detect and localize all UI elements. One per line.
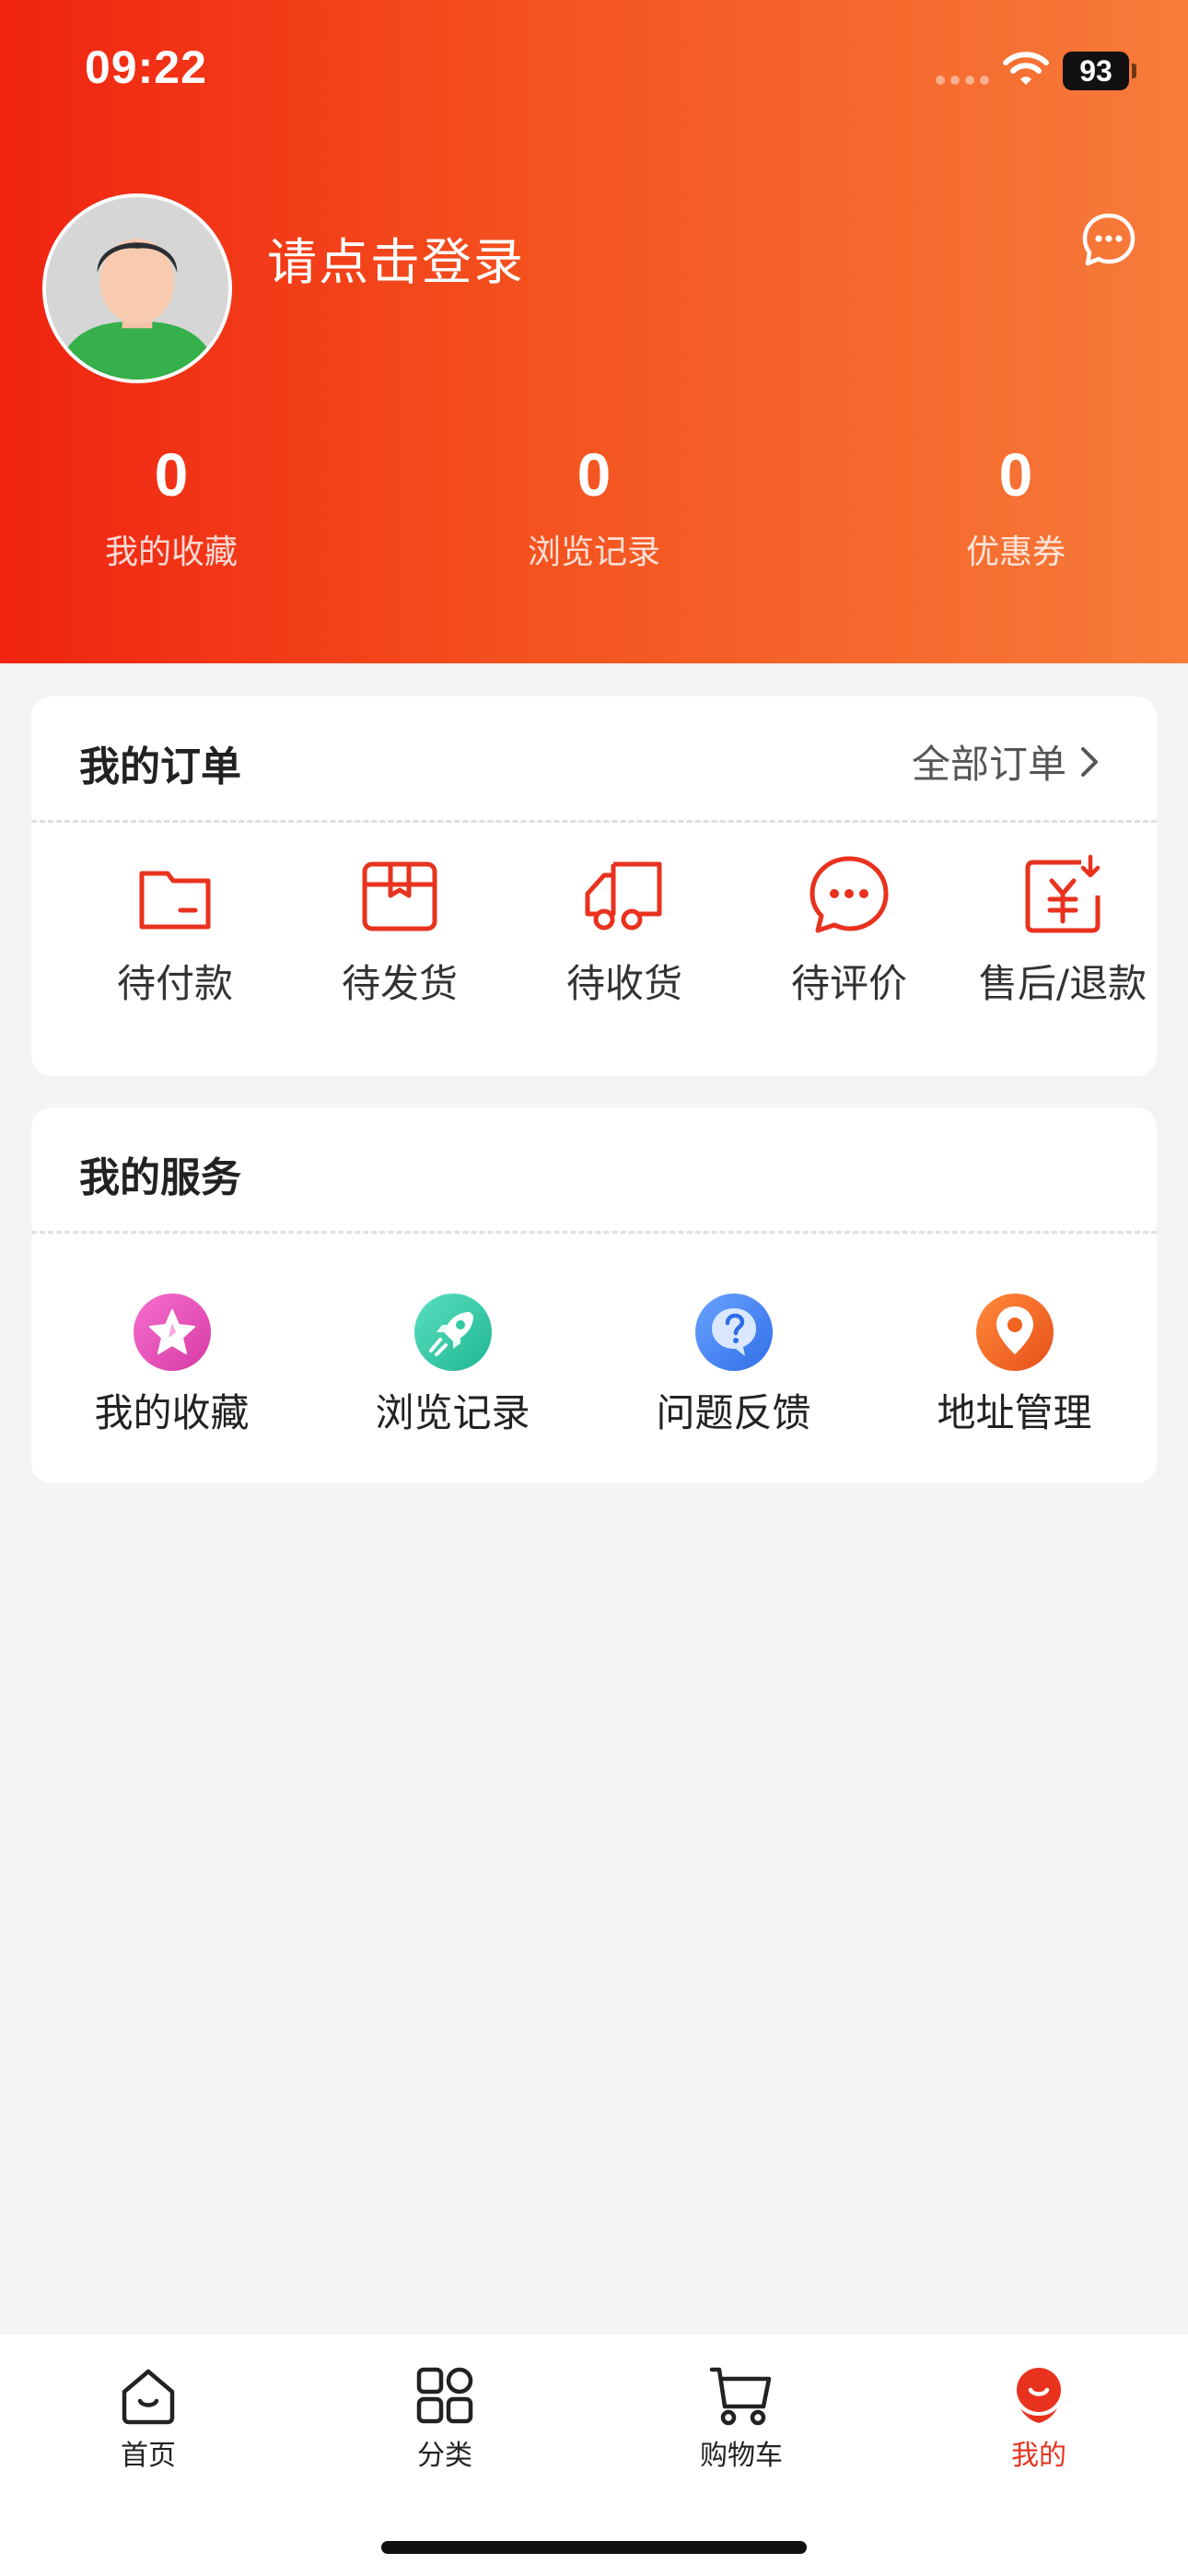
- order-pending-receipt[interactable]: 待收货: [512, 853, 737, 1009]
- tab-category[interactable]: 分类: [353, 2362, 537, 2473]
- truck-icon: [585, 861, 662, 931]
- service-label: 地址管理: [937, 1390, 1092, 1435]
- tab-profile[interactable]: 我的: [947, 2362, 1131, 2473]
- service-label: 问题反馈: [656, 1390, 811, 1435]
- order-label: 待收货: [565, 961, 682, 1006]
- order-label: 待评价: [790, 961, 907, 1006]
- status-time: 09:22: [85, 41, 207, 93]
- tab-label: 分类: [417, 2440, 472, 2472]
- question-icon: [694, 1294, 773, 1371]
- stat-coupons[interactable]: 0 优惠券: [878, 433, 1154, 573]
- stat-value: 0: [577, 440, 611, 509]
- order-pending-shipment[interactable]: 待发货: [287, 853, 512, 1009]
- category-grid-icon: [416, 2367, 473, 2424]
- cellular-signal-icon: [936, 76, 989, 85]
- profile-page: 09:22 93 请点击登录 0 我的收藏 0 浏览记录 0 优惠券 我的订单 …: [0, 0, 1188, 2576]
- home-icon: [122, 2369, 175, 2425]
- comment-icon: [809, 856, 889, 933]
- profile-header: 09:22 93 请点击登录 0 我的收藏 0 浏览记录 0 优惠券: [0, 0, 1188, 663]
- stat-label: 我的收藏: [104, 533, 238, 571]
- cart-icon: [709, 2367, 772, 2426]
- battery-tip: [1132, 64, 1136, 78]
- services-title: 我的服务: [79, 1154, 241, 1201]
- tab-label: 购物车: [700, 2440, 783, 2472]
- stat-value: 0: [154, 440, 189, 509]
- stat-label: 浏览记录: [527, 533, 660, 571]
- service-feedback[interactable]: 问题反馈: [593, 1292, 874, 1438]
- services-card-header: 我的服务: [31, 1107, 1157, 1234]
- stats-row: 0 我的收藏 0 浏览记录 0 优惠券: [0, 433, 1188, 590]
- services-card: 我的服务 我的收藏 浏览记录 问题反馈 地址管理: [31, 1107, 1157, 1483]
- wallet-icon: [139, 871, 211, 930]
- home-indicator[interactable]: [381, 2541, 807, 2554]
- stat-history[interactable]: 0 浏览记录: [456, 433, 732, 573]
- orders-row: 待付款 待发货 待收货 待评价 售后/退款: [31, 853, 1157, 1006]
- tab-bar: 首页 分类 购物车 我的: [0, 2335, 1188, 2576]
- services-row: 我的收藏 浏览记录 问题反馈 地址管理: [31, 1292, 1157, 1448]
- login-prompt[interactable]: 请点击登录: [267, 221, 525, 294]
- default-user-avatar-icon: [46, 197, 228, 380]
- service-label: 我的收藏: [94, 1390, 250, 1435]
- package-icon: [362, 861, 437, 931]
- star-icon: [133, 1294, 211, 1371]
- service-address[interactable]: 地址管理: [874, 1292, 1155, 1438]
- profile-icon: [1017, 2368, 1061, 2423]
- battery-indicator: 93: [1063, 52, 1129, 90]
- orders-card-header: 我的订单 全部订单: [31, 697, 1157, 823]
- stat-favorites[interactable]: 0 我的收藏: [33, 433, 309, 573]
- divider: [31, 820, 1157, 823]
- status-bar: 09:22 93: [0, 0, 1188, 138]
- order-pending-payment[interactable]: 待付款: [63, 853, 287, 1009]
- order-label: 待付款: [116, 961, 233, 1006]
- rocket-icon: [413, 1294, 492, 1371]
- tab-label: 我的: [1011, 2440, 1066, 2472]
- divider: [31, 1231, 1157, 1234]
- service-label: 浏览记录: [375, 1390, 530, 1435]
- message-icon[interactable]: [1079, 210, 1138, 269]
- tab-home[interactable]: 首页: [56, 2362, 240, 2473]
- tab-cart[interactable]: 购物车: [649, 2362, 833, 2473]
- location-pin-icon: [975, 1294, 1054, 1371]
- stat-label: 优惠券: [965, 533, 1066, 571]
- refund-icon: [1025, 854, 1101, 933]
- service-favorites[interactable]: 我的收藏: [31, 1292, 312, 1438]
- order-label: 售后/退款: [978, 961, 1147, 1006]
- service-history[interactable]: 浏览记录: [312, 1292, 593, 1438]
- avatar[interactable]: [42, 193, 232, 383]
- orders-title: 我的订单: [79, 744, 241, 790]
- wifi-icon: [1003, 52, 1049, 85]
- chevron-right-icon: [1081, 746, 1098, 777]
- orders-card: 我的订单 全部订单 待付款 待发货 待收货 待评价 售后/退款: [31, 697, 1157, 1076]
- order-pending-review[interactable]: 待评价: [737, 853, 961, 1009]
- order-label: 待发货: [341, 961, 458, 1006]
- order-after-sales[interactable]: 售后/退款: [961, 853, 1164, 1009]
- all-orders-link[interactable]: 全部订单: [912, 733, 1101, 790]
- tab-label: 首页: [121, 2440, 176, 2472]
- all-orders-label: 全部订单: [911, 742, 1066, 787]
- stat-value: 0: [998, 440, 1033, 509]
